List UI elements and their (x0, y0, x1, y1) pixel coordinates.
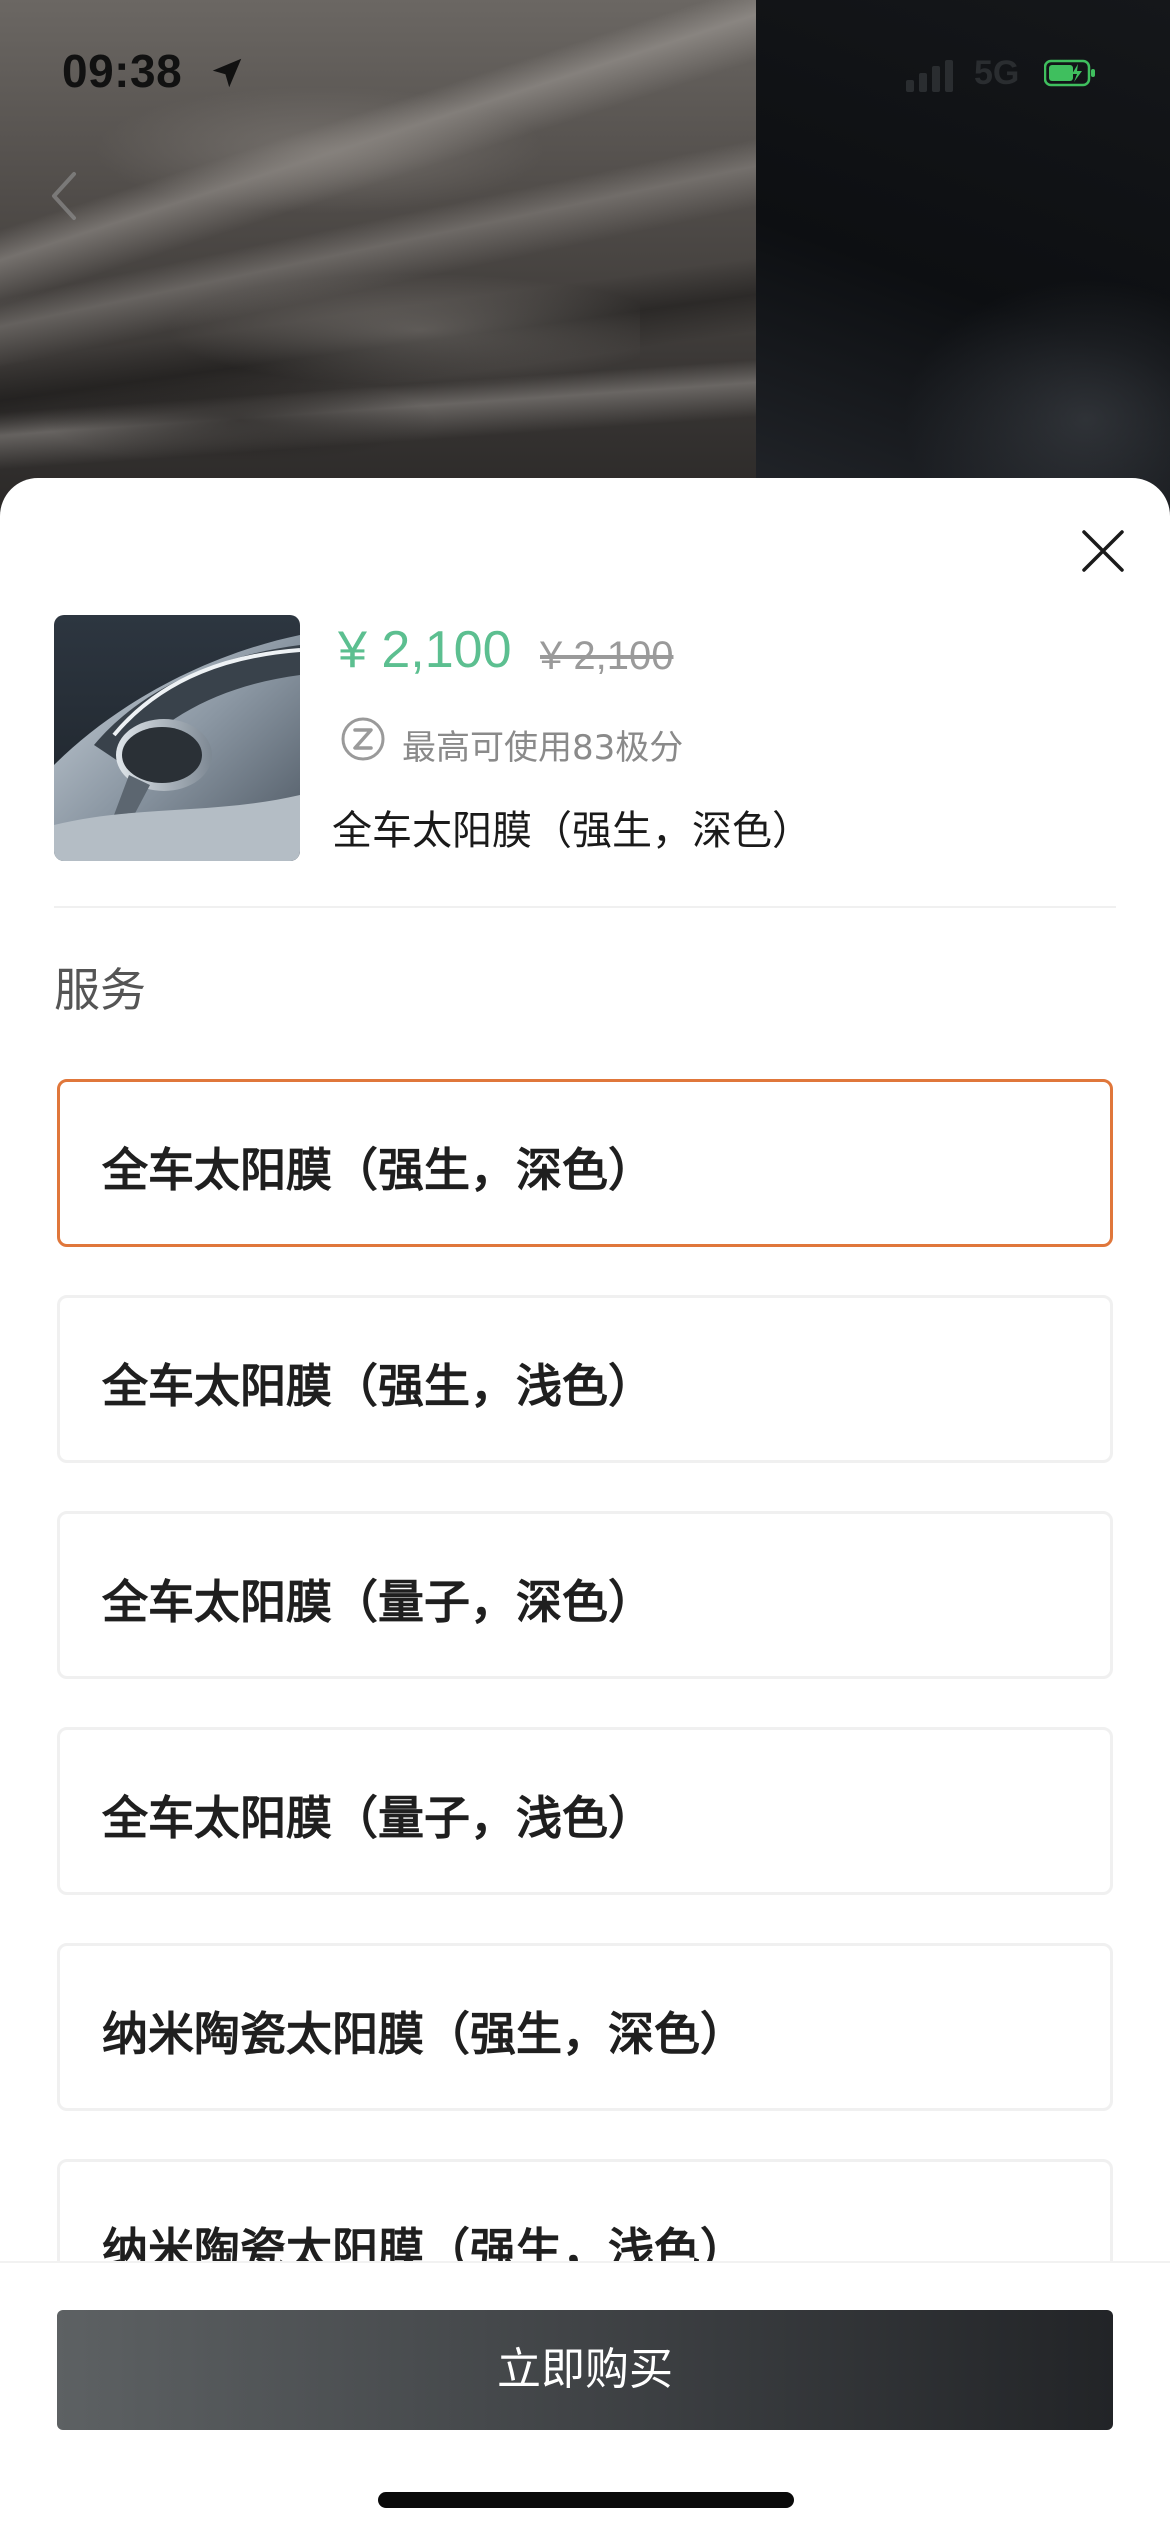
current-price: ¥ 2,100 (338, 621, 512, 679)
option-label: 全车太阳膜（强生，浅色） (102, 1359, 654, 1413)
option-label: 全车太阳膜（量子，深色） (102, 1575, 654, 1629)
header-divider (54, 906, 1116, 908)
section-title-service: 服务 (54, 963, 146, 1017)
home-indicator[interactable] (378, 2492, 794, 2508)
battery-charging-icon (1044, 59, 1095, 87)
network-type-label: 5G (974, 54, 1020, 92)
buy-now-button[interactable]: 立即购买 (57, 2310, 1113, 2430)
option-label: 纳米陶瓷太阳膜（强生，深色） (102, 2007, 746, 2061)
status-time: 09:38 (62, 45, 183, 97)
option-item[interactable]: 全车太阳膜（强生，浅色） (57, 1295, 1113, 1463)
service-option-list: 全车太阳膜（强生，深色） 全车太阳膜（强生，浅色） 全车太阳膜（量子，深色） 全… (57, 1079, 1113, 2375)
option-item[interactable]: 全车太阳膜（量子，深色） (57, 1511, 1113, 1679)
status-bar: 09:38 5G (0, 0, 1170, 220)
location-arrow-icon (212, 58, 242, 88)
product-options-sheet: ¥ 2,100 ¥ 2,100 最高可使用83极分 全车太阳膜（强生，深色） 服… (0, 478, 1170, 2532)
option-label: 全车太阳膜（强生，深色） (102, 1143, 654, 1197)
z-points-icon (341, 717, 385, 761)
option-item[interactable]: 纳米陶瓷太阳膜（强生，深色） (57, 1943, 1113, 2111)
option-item[interactable]: 全车太阳膜（量子，浅色） (57, 1727, 1113, 1895)
option-item[interactable]: 全车太阳膜（强生，深色） (57, 1079, 1113, 1247)
selected-product-name: 全车太阳膜（强生，深色） (332, 808, 812, 854)
cellular-signal-icon (906, 60, 953, 92)
product-thumbnail (54, 615, 300, 861)
option-label: 全车太阳膜（量子，浅色） (102, 1791, 654, 1845)
original-price: ¥ 2,100 (540, 634, 674, 678)
close-icon[interactable] (1070, 518, 1136, 584)
points-note: 最高可使用83极分 (402, 728, 684, 768)
chevron-left-icon[interactable] (44, 168, 84, 224)
bottom-action-bar: 立即购买 (0, 2261, 1170, 2534)
